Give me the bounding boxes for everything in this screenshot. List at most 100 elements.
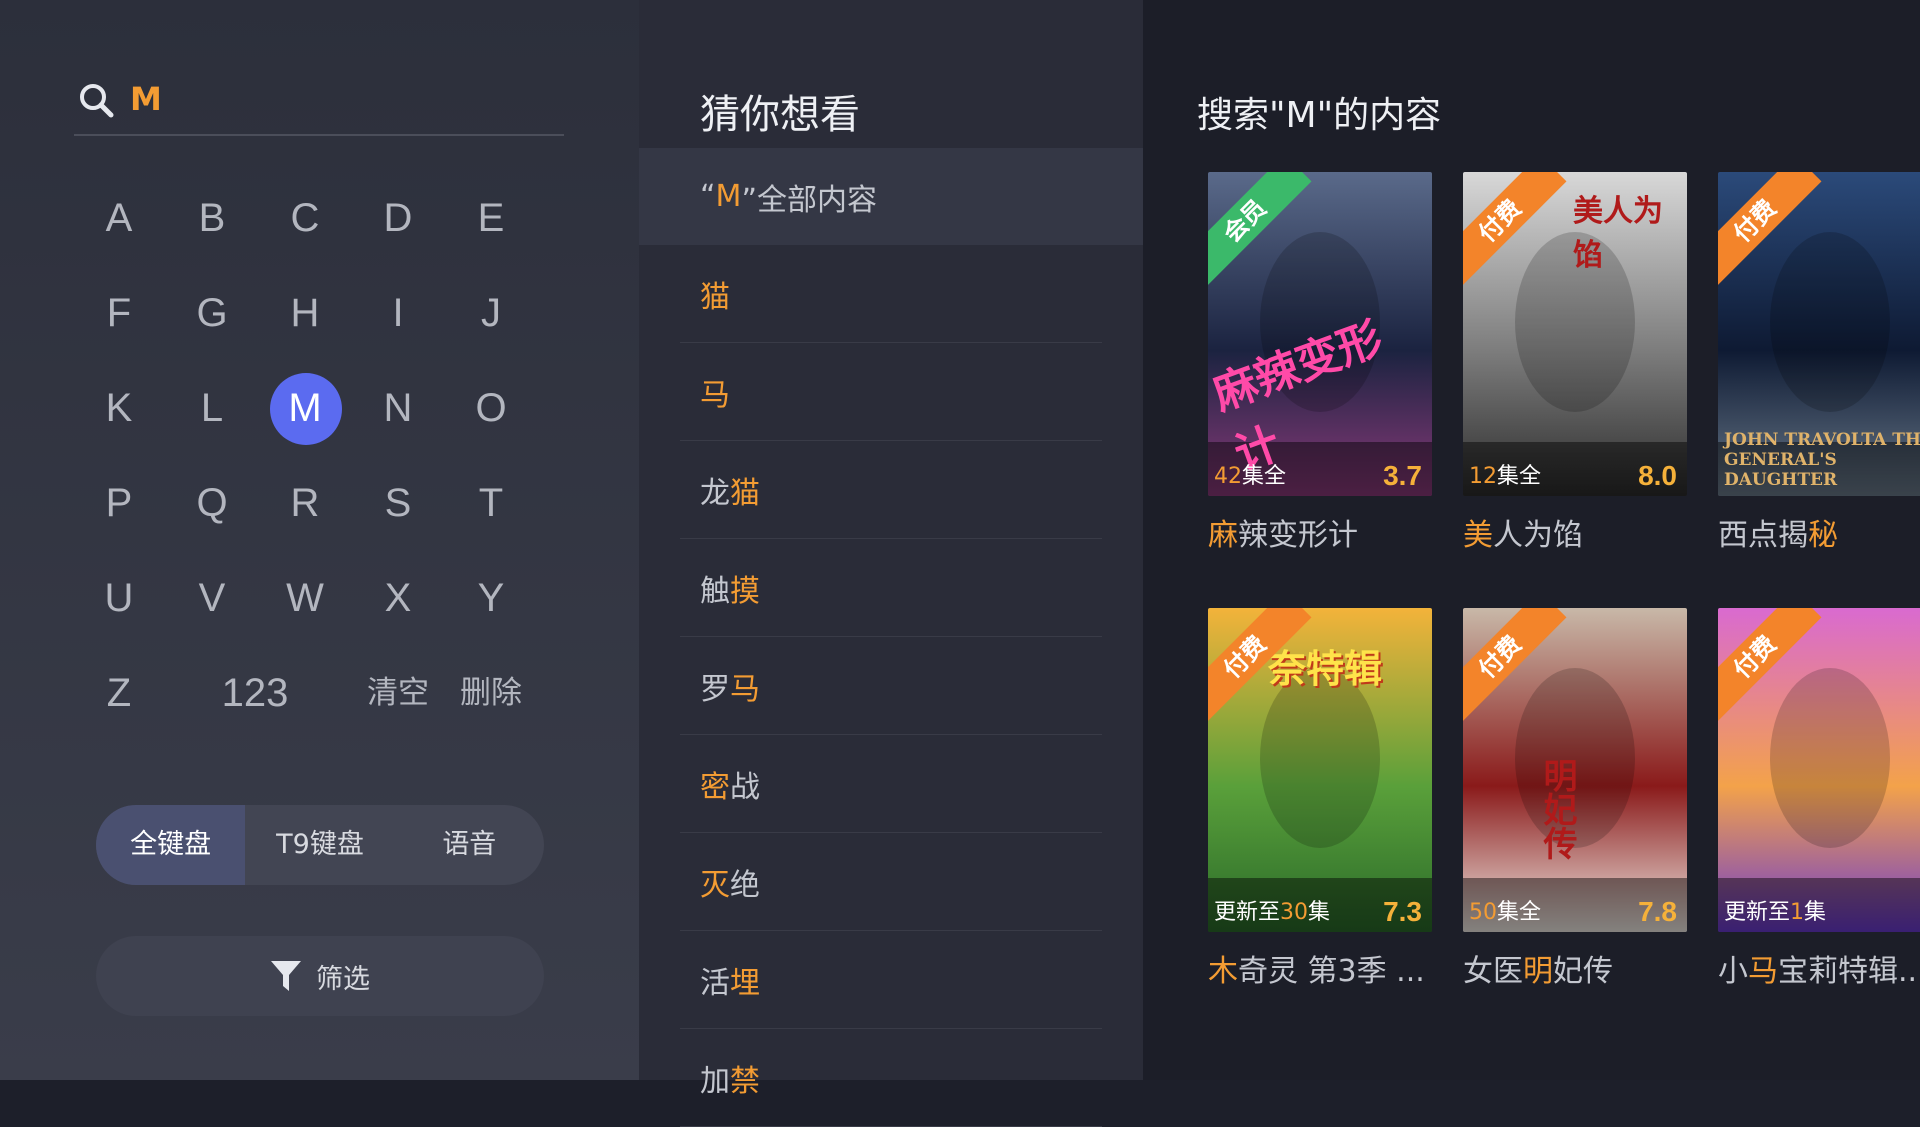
suggestion-item[interactable]: 灭绝 [680, 833, 1102, 931]
key-r[interactable]: R [260, 465, 350, 541]
suggestion-text-part: 活 [700, 965, 730, 1001]
poster-title-art: 美人为馅 [1573, 194, 1663, 273]
suggestion-item[interactable]: 龙猫 [680, 441, 1102, 539]
key-l[interactable]: L [167, 370, 257, 446]
suggestion-text-part: 加 [700, 1063, 730, 1099]
result-card[interactable]: 美人为馅 付费 12集全 8.0 美人为馅 [1463, 172, 1687, 554]
episode-info: 更新至30集 [1214, 894, 1330, 926]
result-title: 女医明妃传 [1463, 946, 1687, 990]
key-x[interactable]: X [353, 560, 443, 636]
key-p[interactable]: P [74, 465, 164, 541]
episode-text-part: 集 [1804, 900, 1827, 925]
key-label: R [290, 481, 320, 525]
key-b[interactable]: B [167, 180, 257, 256]
key-clear[interactable]: 清空 [353, 655, 443, 731]
suggestion-title: 猜你想看 [700, 92, 860, 138]
suggestion-item[interactable]: 马 [680, 343, 1102, 441]
suggestion-text-part: ”全部内容 [741, 182, 877, 218]
suggestion-text-part: 猫 [700, 279, 730, 315]
result-title-text-part: 秘 [1808, 518, 1838, 553]
key-y[interactable]: Y [446, 560, 536, 636]
poster-image[interactable]: 付费 更新至1集 [1718, 608, 1920, 932]
mode-tab-0[interactable]: 全键盘 [96, 805, 246, 885]
key-c[interactable]: C [260, 180, 350, 256]
key-label: E [477, 196, 505, 240]
key-123[interactable]: 123 [200, 655, 310, 731]
episode-text-part: 42 [1214, 464, 1242, 489]
filter-button[interactable]: 筛选 [96, 936, 544, 1016]
suggestion-text-part: 禁 [730, 1063, 760, 1099]
result-card[interactable]: JOHN TRAVOLTA THE GENERAL'S DAUGHTER付费8.… [1718, 172, 1920, 554]
poster-image[interactable]: JOHN TRAVOLTA THE GENERAL'S DAUGHTER付费8. [1718, 172, 1920, 496]
key-n[interactable]: N [353, 370, 443, 446]
result-card[interactable]: 麻辣变形计 会员 42集全 3.7 麻辣变形计 [1208, 172, 1432, 554]
key-f[interactable]: F [74, 275, 164, 351]
result-title-text-part: 明 [1523, 954, 1553, 989]
key-a[interactable]: A [74, 180, 164, 256]
suggestion-item[interactable]: 密战 [680, 735, 1102, 833]
poster-image[interactable]: 美人为馅 付费 12集全 8.0 [1463, 172, 1687, 496]
key-s[interactable]: S [353, 465, 443, 541]
rating-score: 7.8 [1638, 896, 1677, 927]
key-label: P [105, 481, 133, 525]
key-t[interactable]: T [446, 465, 536, 541]
suggestion-text-part: 罗 [700, 671, 730, 707]
filter-icon [271, 961, 301, 991]
key-k[interactable]: K [74, 370, 164, 446]
rating-score: 7.3 [1383, 896, 1422, 927]
key-z[interactable]: Z [74, 655, 164, 731]
key-v[interactable]: V [167, 560, 257, 636]
suggestion-item[interactable]: 活埋 [680, 931, 1102, 1029]
keyboard-mode-switch: 全键盘 T9键盘 语音 [96, 805, 544, 885]
suggestion-item[interactable]: 触摸 [680, 539, 1102, 637]
key-u[interactable]: U [74, 560, 164, 636]
episode-info: 12集全 [1469, 458, 1541, 490]
suggestion-text-part: 猫 [730, 475, 760, 511]
suggestion-text-part: 埋 [730, 965, 760, 1001]
suggestion-text-part: 灭 [700, 867, 730, 903]
suggestion-text-part: 马 [730, 671, 760, 707]
result-title-text-part: 美 [1463, 518, 1493, 553]
poster-image[interactable]: 奈特辑 付费 更新至30集 7.3 [1208, 608, 1432, 932]
search-query[interactable]: M [130, 80, 162, 118]
suggestion-item[interactable]: 罗马 [680, 637, 1102, 735]
result-title-text-part: 宝莉特辑... [1778, 954, 1920, 989]
suggestion-item[interactable]: 加禁 [680, 1029, 1102, 1127]
result-card[interactable]: 付费 更新至1集 小马宝莉特辑... [1718, 608, 1920, 990]
result-card[interactable]: 奈特辑 付费 更新至30集 7.3 木奇灵 第3季 ... [1208, 608, 1432, 990]
poster-image[interactable]: 明妃传 付费 50集全 7.8 [1463, 608, 1687, 932]
key-delete[interactable]: 删除 [446, 655, 536, 731]
mode-tab-2[interactable]: 语音 [395, 805, 544, 885]
key-w[interactable]: W [260, 560, 350, 636]
suggestion-panel: 猜你想看 “M ”全部内容猫马龙猫触摸罗马密战灭绝活埋加禁 [639, 0, 1143, 1127]
key-e[interactable]: E [446, 180, 536, 256]
key-label: B [198, 196, 226, 240]
suggestion-text-part: 战 [730, 769, 760, 805]
suggestion-all-content[interactable]: “M ”全部内容 [639, 148, 1143, 245]
key-q[interactable]: Q [167, 465, 257, 541]
key-g[interactable]: G [167, 275, 257, 351]
search-bar[interactable]: M [74, 70, 564, 136]
poster-image[interactable]: 麻辣变形计 会员 42集全 3.7 [1208, 172, 1432, 496]
key-label: I [392, 291, 404, 335]
key-d[interactable]: D [353, 180, 443, 256]
result-title-text-part: 马 [1748, 954, 1778, 989]
episode-text-part: 更新至 [1214, 900, 1281, 925]
key-label: 清空 [367, 675, 429, 711]
key-o[interactable]: O [446, 370, 536, 446]
result-title-text-part: 奇灵 第3季 ... [1238, 954, 1425, 989]
key-label: 删除 [460, 675, 522, 711]
result-title: 木奇灵 第3季 ... [1208, 946, 1432, 990]
suggestion-item[interactable]: 猫 [680, 245, 1102, 343]
mode-tab-1[interactable]: T9键盘 [245, 805, 394, 885]
key-m[interactable]: M [260, 370, 350, 446]
suggestion-text-part: 绝 [730, 867, 760, 903]
key-h[interactable]: H [260, 275, 350, 351]
result-title: 西点揭秘 [1718, 510, 1920, 554]
key-j[interactable]: J [446, 275, 536, 351]
results-panel: 搜索"M"的内容 麻辣变形计 会员 42集全 3.7 麻辣变形计 美人为馅 付费 12集全 8.… [1143, 0, 1920, 1080]
key-i[interactable]: I [353, 275, 443, 351]
result-card[interactable]: 明妃传 付费 50集全 7.8 女医明妃传 [1463, 608, 1687, 990]
search-icon [80, 84, 114, 118]
poster-title-art: 奈特辑 [1268, 646, 1383, 691]
